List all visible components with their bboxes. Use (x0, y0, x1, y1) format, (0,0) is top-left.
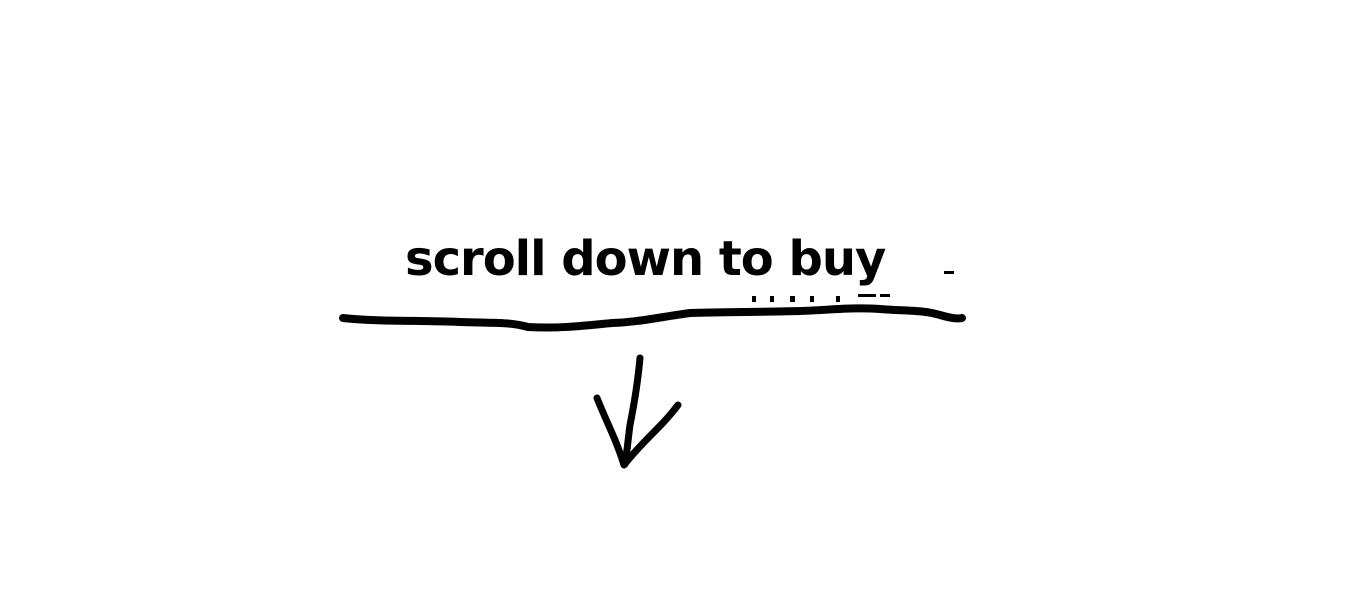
hand-drawn-strokes (339, 270, 966, 469)
page-canvas: scroll down to buy (0, 0, 1360, 605)
scroll-down-to-buy-text: scroll down to buy (405, 231, 886, 287)
hand-drawn-underline (339, 304, 966, 332)
arrow-down-icon (593, 354, 682, 469)
